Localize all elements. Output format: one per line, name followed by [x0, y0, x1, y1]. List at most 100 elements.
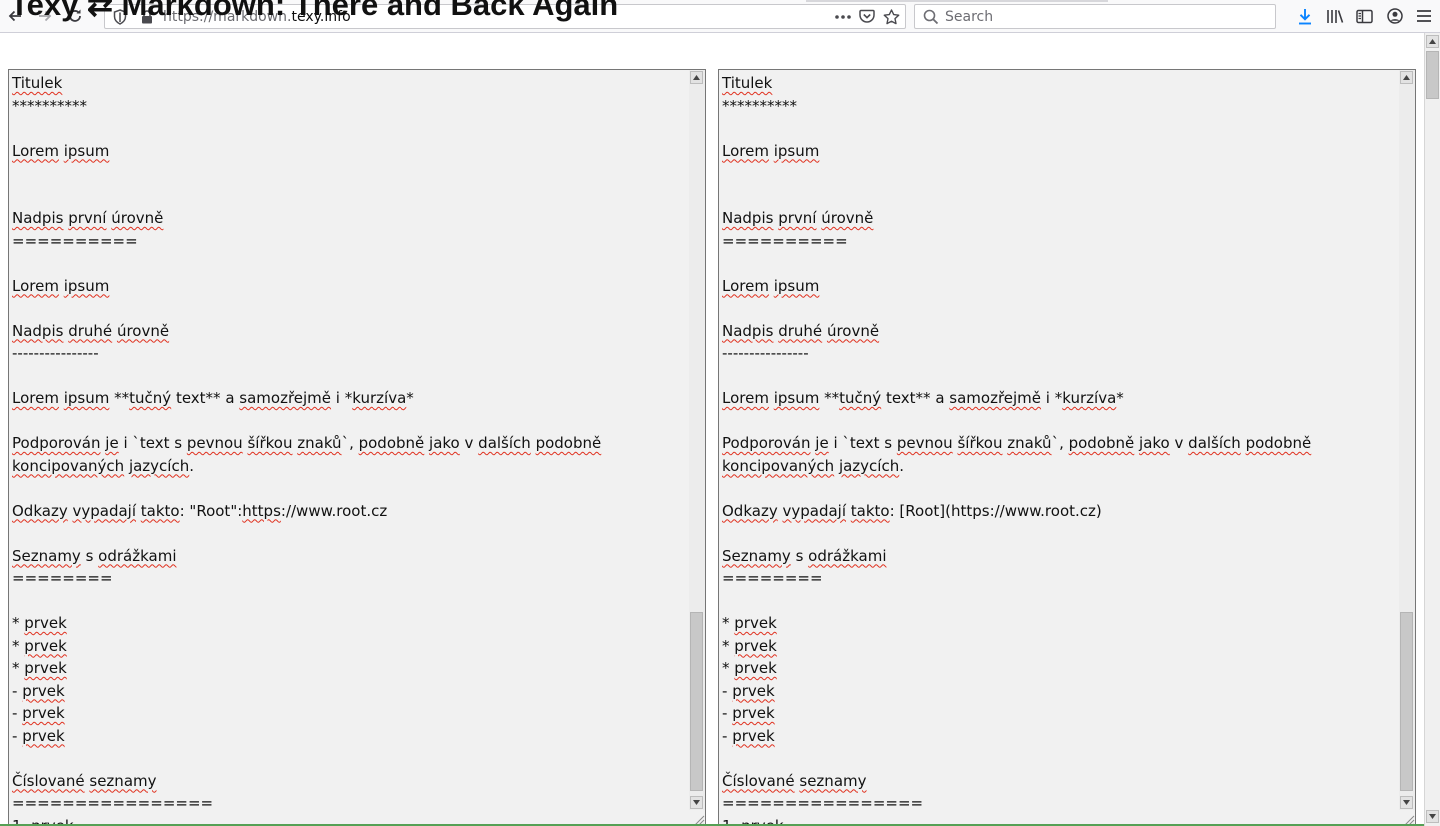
misspelled-word: úrovně [116, 321, 170, 340]
markdown-output-scrollbar[interactable] [1399, 70, 1415, 810]
scroll-down-arrow-icon[interactable] [1400, 796, 1413, 809]
misspelled-word: úrovně [826, 321, 880, 340]
misspelled-word: Podporován [12, 434, 101, 452]
text-segment: i `text s [118, 434, 187, 452]
text-line [12, 365, 687, 388]
text-segment: ---------------- [722, 344, 809, 362]
text-line: - prvek [12, 725, 687, 748]
text-line: ======== [722, 567, 1397, 590]
misspelled-word: prvek [734, 614, 777, 632]
page-scrollbar[interactable] [1424, 33, 1440, 826]
misspelled-word: Lorem [722, 276, 769, 295]
account-icon[interactable] [1383, 4, 1407, 28]
misspelled-word: takto [140, 501, 180, 520]
library-icon[interactable] [1323, 4, 1347, 28]
misspelled-word: vypadají [782, 501, 846, 520]
scroll-thumb[interactable] [1400, 612, 1413, 791]
misspelled-word: prvek [22, 681, 65, 700]
text-line [12, 252, 687, 275]
text-line: * prvek [722, 657, 1397, 680]
misspelled-word: prvek [24, 614, 67, 632]
misspelled-word: podobně [358, 434, 425, 452]
text-line [722, 117, 1397, 140]
text-line: ********** [12, 95, 687, 118]
text-segment: ======== [12, 569, 113, 587]
text-segment: v [1169, 434, 1189, 452]
text-segment: ********** [722, 96, 797, 115]
text-line: ================ [722, 792, 1397, 815]
download-icon[interactable] [1293, 4, 1317, 28]
text-line [722, 185, 1397, 208]
misspelled-word: jazycích [838, 456, 900, 475]
misspelled-word: Odkazy [12, 501, 68, 520]
page-scroll-up-arrow-icon[interactable] [1426, 35, 1439, 48]
misspelled-word: podobně [535, 434, 602, 452]
text-segment: * [406, 389, 414, 407]
misspelled-word: Nadpis [722, 321, 774, 340]
text-line: ********** [722, 95, 1397, 118]
misspelled-word: šířkou [957, 434, 1003, 452]
scroll-up-arrow-icon[interactable] [1400, 71, 1413, 84]
text-segment: `, [341, 434, 359, 452]
text-line [722, 162, 1397, 185]
text-line: Podporován je i `text s pevnou šířkou zn… [722, 432, 1397, 455]
misspelled-word: seznamy [799, 771, 867, 790]
sidebar-icon[interactable] [1352, 4, 1376, 28]
star-icon[interactable] [879, 5, 903, 28]
texy-input-content[interactable]: Titulek ********** Lorem ipsum Nadpis prv… [12, 72, 687, 825]
misspelled-word: první [778, 209, 817, 227]
text-line: Titulek [722, 72, 1397, 95]
texy-input-textarea[interactable]: Titulek ********** Lorem ipsum Nadpis prv… [8, 69, 706, 826]
misspelled-word: prvek [732, 704, 775, 722]
misspelled-word: tučný [129, 389, 172, 407]
text-line [12, 747, 687, 770]
misspelled-word: Lorem [12, 141, 59, 160]
misspelled-word: druhé [778, 321, 823, 340]
misspelled-word: je [105, 434, 119, 452]
scroll-up-arrow-icon[interactable] [690, 71, 703, 84]
misspelled-word: odrážkami [808, 546, 887, 565]
resize-grip-icon[interactable] [691, 811, 705, 825]
text-segment: ================ [722, 794, 924, 812]
text-line: Seznamy s odrážkami [12, 545, 687, 568]
text-line [12, 590, 687, 613]
search-bar[interactable]: Search [914, 4, 1276, 29]
text-segment: s [790, 546, 809, 565]
menu-icon[interactable] [1412, 4, 1436, 28]
text-line: * prvek [722, 612, 1397, 635]
text-line: Lorem ipsum [722, 140, 1397, 163]
misspelled-word: takto [850, 501, 890, 520]
pocket-icon[interactable] [855, 5, 879, 28]
text-segment: * [1116, 389, 1124, 407]
markdown-output-textarea[interactable]: Titulek ********** Lorem ipsum Nadpis prv… [718, 69, 1416, 826]
more-icon[interactable] [831, 5, 855, 28]
page-scroll-down-arrow-icon[interactable] [1426, 810, 1439, 823]
misspelled-word: prvek [732, 681, 775, 700]
misspelled-word: Seznamy [722, 546, 791, 565]
misspelled-word: samozřejmě [239, 389, 332, 407]
text-line [722, 522, 1397, 545]
page-title: Texy ⇄ Markdown: There and Back Again [10, 0, 710, 36]
text-line: - prvek [12, 702, 687, 725]
text-segment: ======== [722, 569, 823, 587]
resize-grip-icon[interactable] [1401, 811, 1415, 825]
misspelled-word: podobně [1245, 434, 1312, 452]
tab-strip-edge [806, 0, 1108, 2]
markdown-output-content[interactable]: Titulek ********** Lorem ipsum Nadpis prv… [722, 72, 1397, 825]
scroll-down-arrow-icon[interactable] [690, 796, 703, 809]
text-line [722, 252, 1397, 275]
text-segment: * [12, 636, 25, 655]
misspelled-word: Podporován [722, 434, 811, 452]
text-line: Nadpis druhé úrovně [12, 320, 687, 343]
text-line: ---------------- [722, 342, 1397, 365]
text-line: Lorem ipsum [12, 140, 687, 163]
scroll-thumb[interactable] [690, 612, 703, 791]
text-line [722, 297, 1397, 320]
texy-input-scrollbar[interactable] [689, 70, 705, 810]
misspelled-word: dalších [1188, 434, 1241, 452]
text-line: - prvek [12, 680, 687, 703]
misspelled-word: Nadpis [12, 209, 64, 227]
text-segment: ========== [722, 231, 848, 250]
page-scroll-thumb[interactable] [1426, 51, 1439, 99]
misspelled-word: Lorem [722, 141, 769, 160]
